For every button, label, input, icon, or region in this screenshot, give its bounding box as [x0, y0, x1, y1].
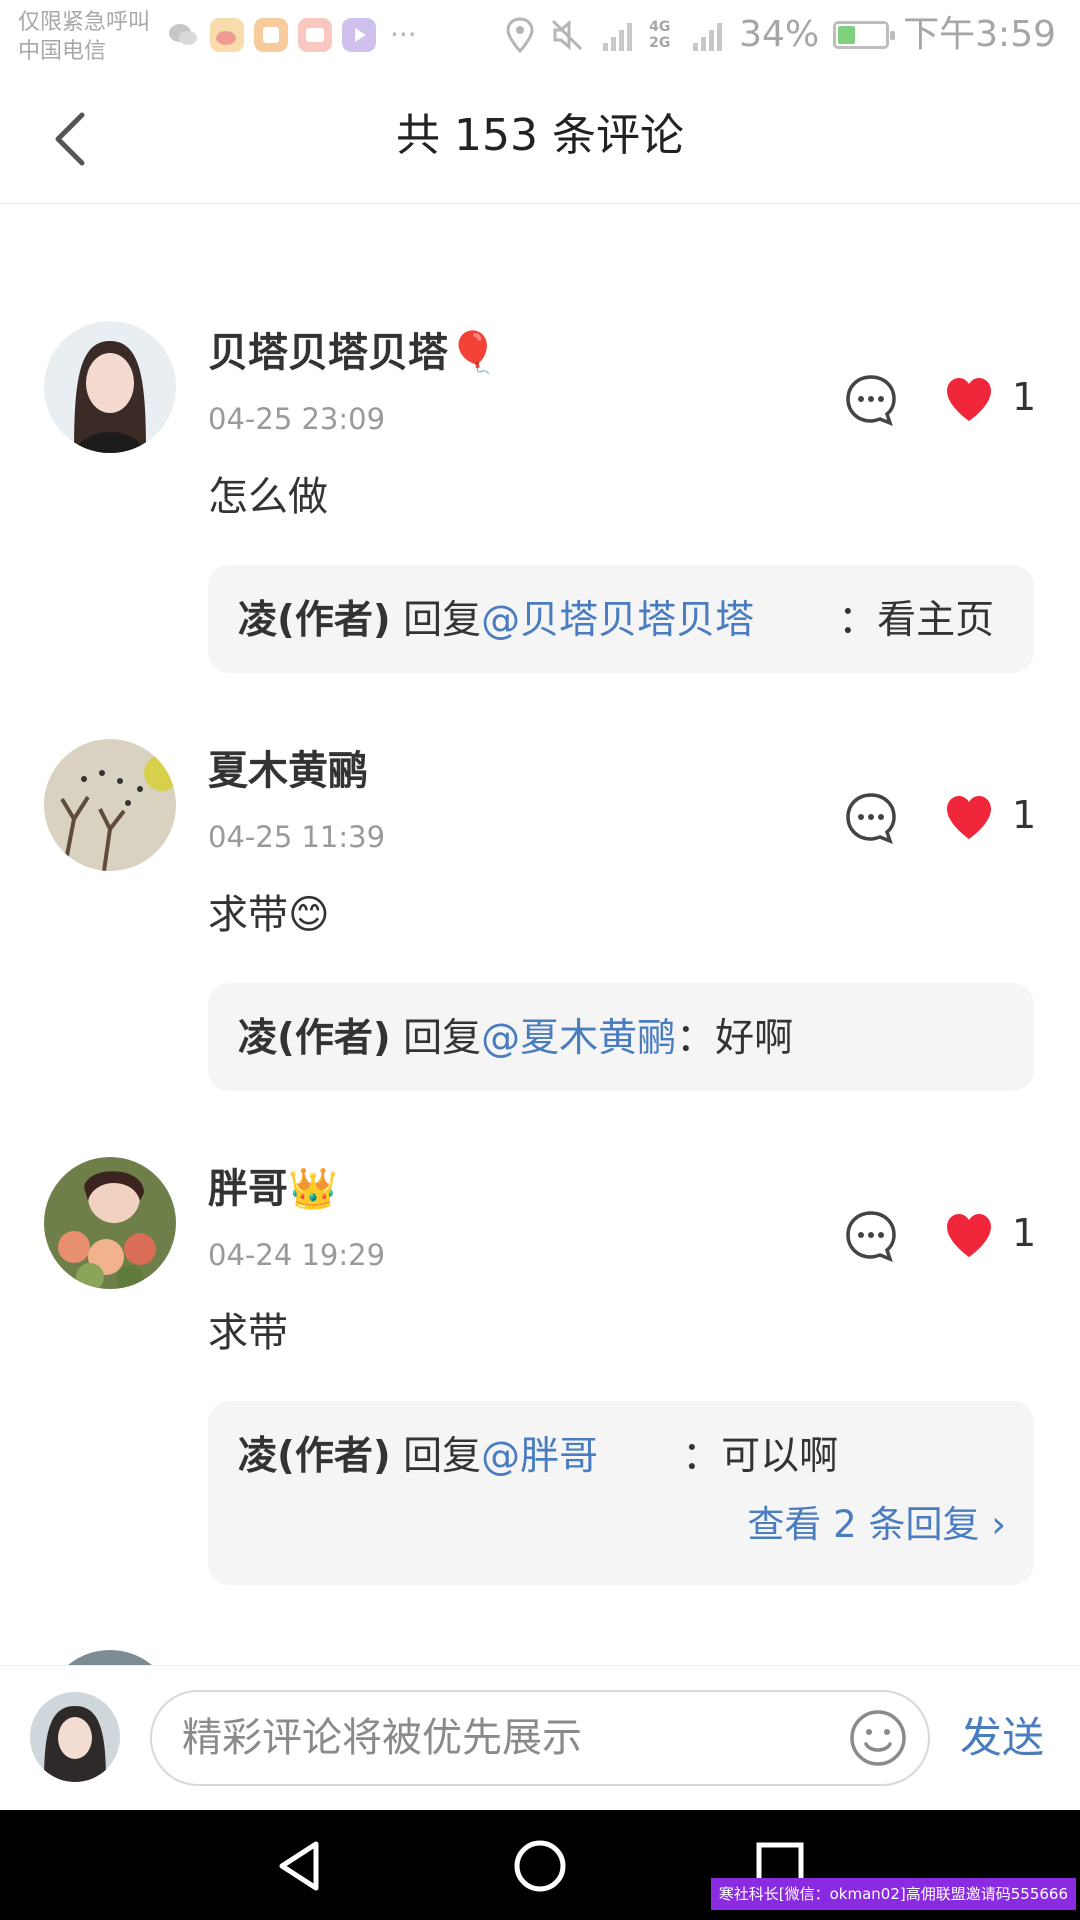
- reply-text: 可以啊: [721, 1434, 839, 1479]
- heart-icon[interactable]: [944, 793, 994, 841]
- like-count: 1: [1012, 375, 1037, 419]
- mute-icon: [552, 19, 583, 51]
- reply-colon: ：: [676, 1016, 716, 1061]
- reply-verb: 回复: [403, 1016, 482, 1061]
- wechat-icon: [169, 24, 197, 45]
- network-type: 4G 2G: [649, 19, 671, 51]
- balloon-icon: 🎈: [448, 330, 498, 376]
- reply-author[interactable]: 凌(作者): [238, 1016, 391, 1061]
- battery-level: [838, 26, 856, 44]
- user-avatar-image: [44, 739, 176, 871]
- signal-icon-2: [693, 23, 723, 51]
- reply-colon: ：: [682, 1434, 722, 1479]
- carrier-info: 仅限紧急呼叫 中国电信: [18, 8, 150, 66]
- system-nav-bar: 寒社科长[微信：okman02]高佣联盟邀请码555666: [0, 1810, 1080, 1920]
- like-count: 1: [1012, 793, 1037, 837]
- weibo-icon: [210, 18, 244, 52]
- username-text: 胖哥: [208, 1166, 288, 1212]
- reply-preview[interactable]: 凌(作者) 回复@夏木黄鹂：好啊: [208, 983, 1034, 1091]
- my-avatar[interactable]: [30, 1692, 120, 1782]
- carrier-line-1: 仅限紧急呼叫: [18, 10, 151, 35]
- comments-screen: 仅限紧急呼叫 中国电信 ··· 4G 2G 34% 下午3:59 共 153 条…: [0, 0, 1080, 1920]
- comment-time: 04-25 11:39: [208, 820, 386, 854]
- user-avatar-image: [30, 1692, 120, 1782]
- reply-line: 凌(作者) 回复@贝塔贝塔贝塔 ：看主页: [238, 595, 1028, 647]
- input-placeholder: 精彩评论将被优先展示: [182, 1715, 582, 1761]
- photo-app-icon: [298, 18, 332, 52]
- comment-list[interactable]: 贝塔贝塔贝塔🎈 04-25 23:09 1 怎么做 凌(作者) 回复@贝塔贝塔贝…: [0, 205, 1080, 1665]
- status-bar: 仅限紧急呼叫 中国电信 ··· 4G 2G 34% 下午3:59: [0, 0, 1080, 76]
- user-avatar-image: [44, 321, 176, 453]
- location-icon: [506, 17, 534, 54]
- user-avatar-image: [44, 1157, 176, 1289]
- reply-preview[interactable]: 凌(作者) 回复@贝塔贝塔贝塔 ：看主页: [208, 565, 1034, 673]
- heart-icon[interactable]: [944, 375, 994, 423]
- reply-verb: 回复: [403, 1434, 482, 1479]
- comment-text: 求带😊: [208, 887, 330, 943]
- comment-item: 贝塔贝塔贝塔🎈 04-25 23:09 1 怎么做 凌(作者) 回复@贝塔贝塔贝…: [0, 317, 1080, 687]
- username-text: 贝塔贝塔贝塔: [208, 330, 448, 376]
- reply-text: 好啊: [715, 1016, 794, 1061]
- avatar[interactable]: [44, 739, 176, 871]
- comment-input-bar: 精彩评论将被优先展示 发送: [0, 1665, 1080, 1810]
- username[interactable]: 胖哥👑: [208, 1161, 338, 1217]
- top-nav-bar: 共 153 条评论: [0, 76, 1080, 204]
- comment-bubble-icon[interactable]: [844, 791, 898, 845]
- comment-item: 胖哥👑 04-24 19:29 1 求带 凌(作者) 回复@胖哥 ：可以啊 查看 …: [0, 1153, 1080, 1613]
- heart-icon[interactable]: [944, 1211, 994, 1259]
- reply-mention[interactable]: @胖哥: [481, 1434, 598, 1479]
- comment-item: 夏木黄鹂 04-25 11:39 1 求带😊 凌(作者) 回复@夏木黄鹂：好啊: [0, 735, 1080, 1105]
- battery-percent: 34%: [739, 14, 820, 55]
- notification-icons: ···: [166, 18, 417, 52]
- reply-line: 凌(作者) 回复@胖哥 ：可以啊: [238, 1431, 1028, 1483]
- comment-text: 求带: [208, 1310, 288, 1356]
- username[interactable]: 夏木黄鹂: [208, 743, 368, 799]
- reply-line: 凌(作者) 回复@夏木黄鹂：好啊: [238, 1013, 1028, 1065]
- smile-emoji-icon: 😊: [288, 892, 330, 938]
- like-count: 1: [1012, 1211, 1037, 1255]
- system-status: 4G 2G 34% 下午3:59: [505, 12, 1056, 58]
- signal-icon: [603, 23, 633, 51]
- home-circle-icon[interactable]: [510, 1836, 570, 1896]
- news-app-icon: [254, 18, 288, 52]
- clock: 下午3:59: [903, 14, 1056, 55]
- avatar[interactable]: [44, 1650, 176, 1665]
- reply-text: 看主页: [877, 598, 995, 643]
- username-text: 夏木黄鹂: [208, 748, 368, 794]
- back-triangle-icon[interactable]: [270, 1836, 330, 1896]
- comment-text-body: 求带: [208, 892, 288, 938]
- crown-icon: 👑: [288, 1166, 338, 1212]
- comment-time: 04-25 23:09: [208, 402, 386, 436]
- avatar[interactable]: [44, 1157, 176, 1289]
- username[interactable]: 贝塔贝塔贝塔🎈: [208, 325, 498, 381]
- reply-author[interactable]: 凌(作者): [238, 1434, 391, 1479]
- page-title: 共 153 条评论: [396, 110, 684, 161]
- comment-text: 怎么做: [208, 474, 328, 520]
- comment-bubble-icon[interactable]: [844, 373, 898, 427]
- avatar[interactable]: [44, 321, 176, 453]
- more-notifications-icon: ···: [390, 18, 417, 51]
- video-app-icon: [342, 18, 376, 52]
- reply-mention[interactable]: @夏木黄鹂: [481, 1016, 676, 1061]
- comment-time: 04-24 19:29: [208, 1238, 386, 1272]
- reply-verb: 回复: [403, 598, 482, 643]
- watermark: 寒社科长[微信：okman02]高佣联盟邀请码555666: [710, 1878, 1076, 1910]
- reply-preview[interactable]: 凌(作者) 回复@胖哥 ：可以啊 查看 2 条回复 ›: [208, 1401, 1034, 1585]
- battery-icon: [833, 21, 896, 49]
- send-button[interactable]: 发送: [960, 1708, 1044, 1768]
- reply-author[interactable]: 凌(作者): [238, 598, 391, 643]
- comment-input[interactable]: 精彩评论将被优先展示: [150, 1690, 930, 1786]
- view-replies-link[interactable]: 查看 2 条回复 ›: [747, 1499, 1006, 1551]
- reply-colon: ：: [838, 598, 878, 643]
- emoji-icon[interactable]: [848, 1708, 908, 1768]
- comment-bubble-icon[interactable]: [844, 1209, 898, 1263]
- carrier-line-2: 中国电信: [18, 39, 107, 64]
- reply-mention[interactable]: @贝塔贝塔贝塔: [481, 598, 754, 643]
